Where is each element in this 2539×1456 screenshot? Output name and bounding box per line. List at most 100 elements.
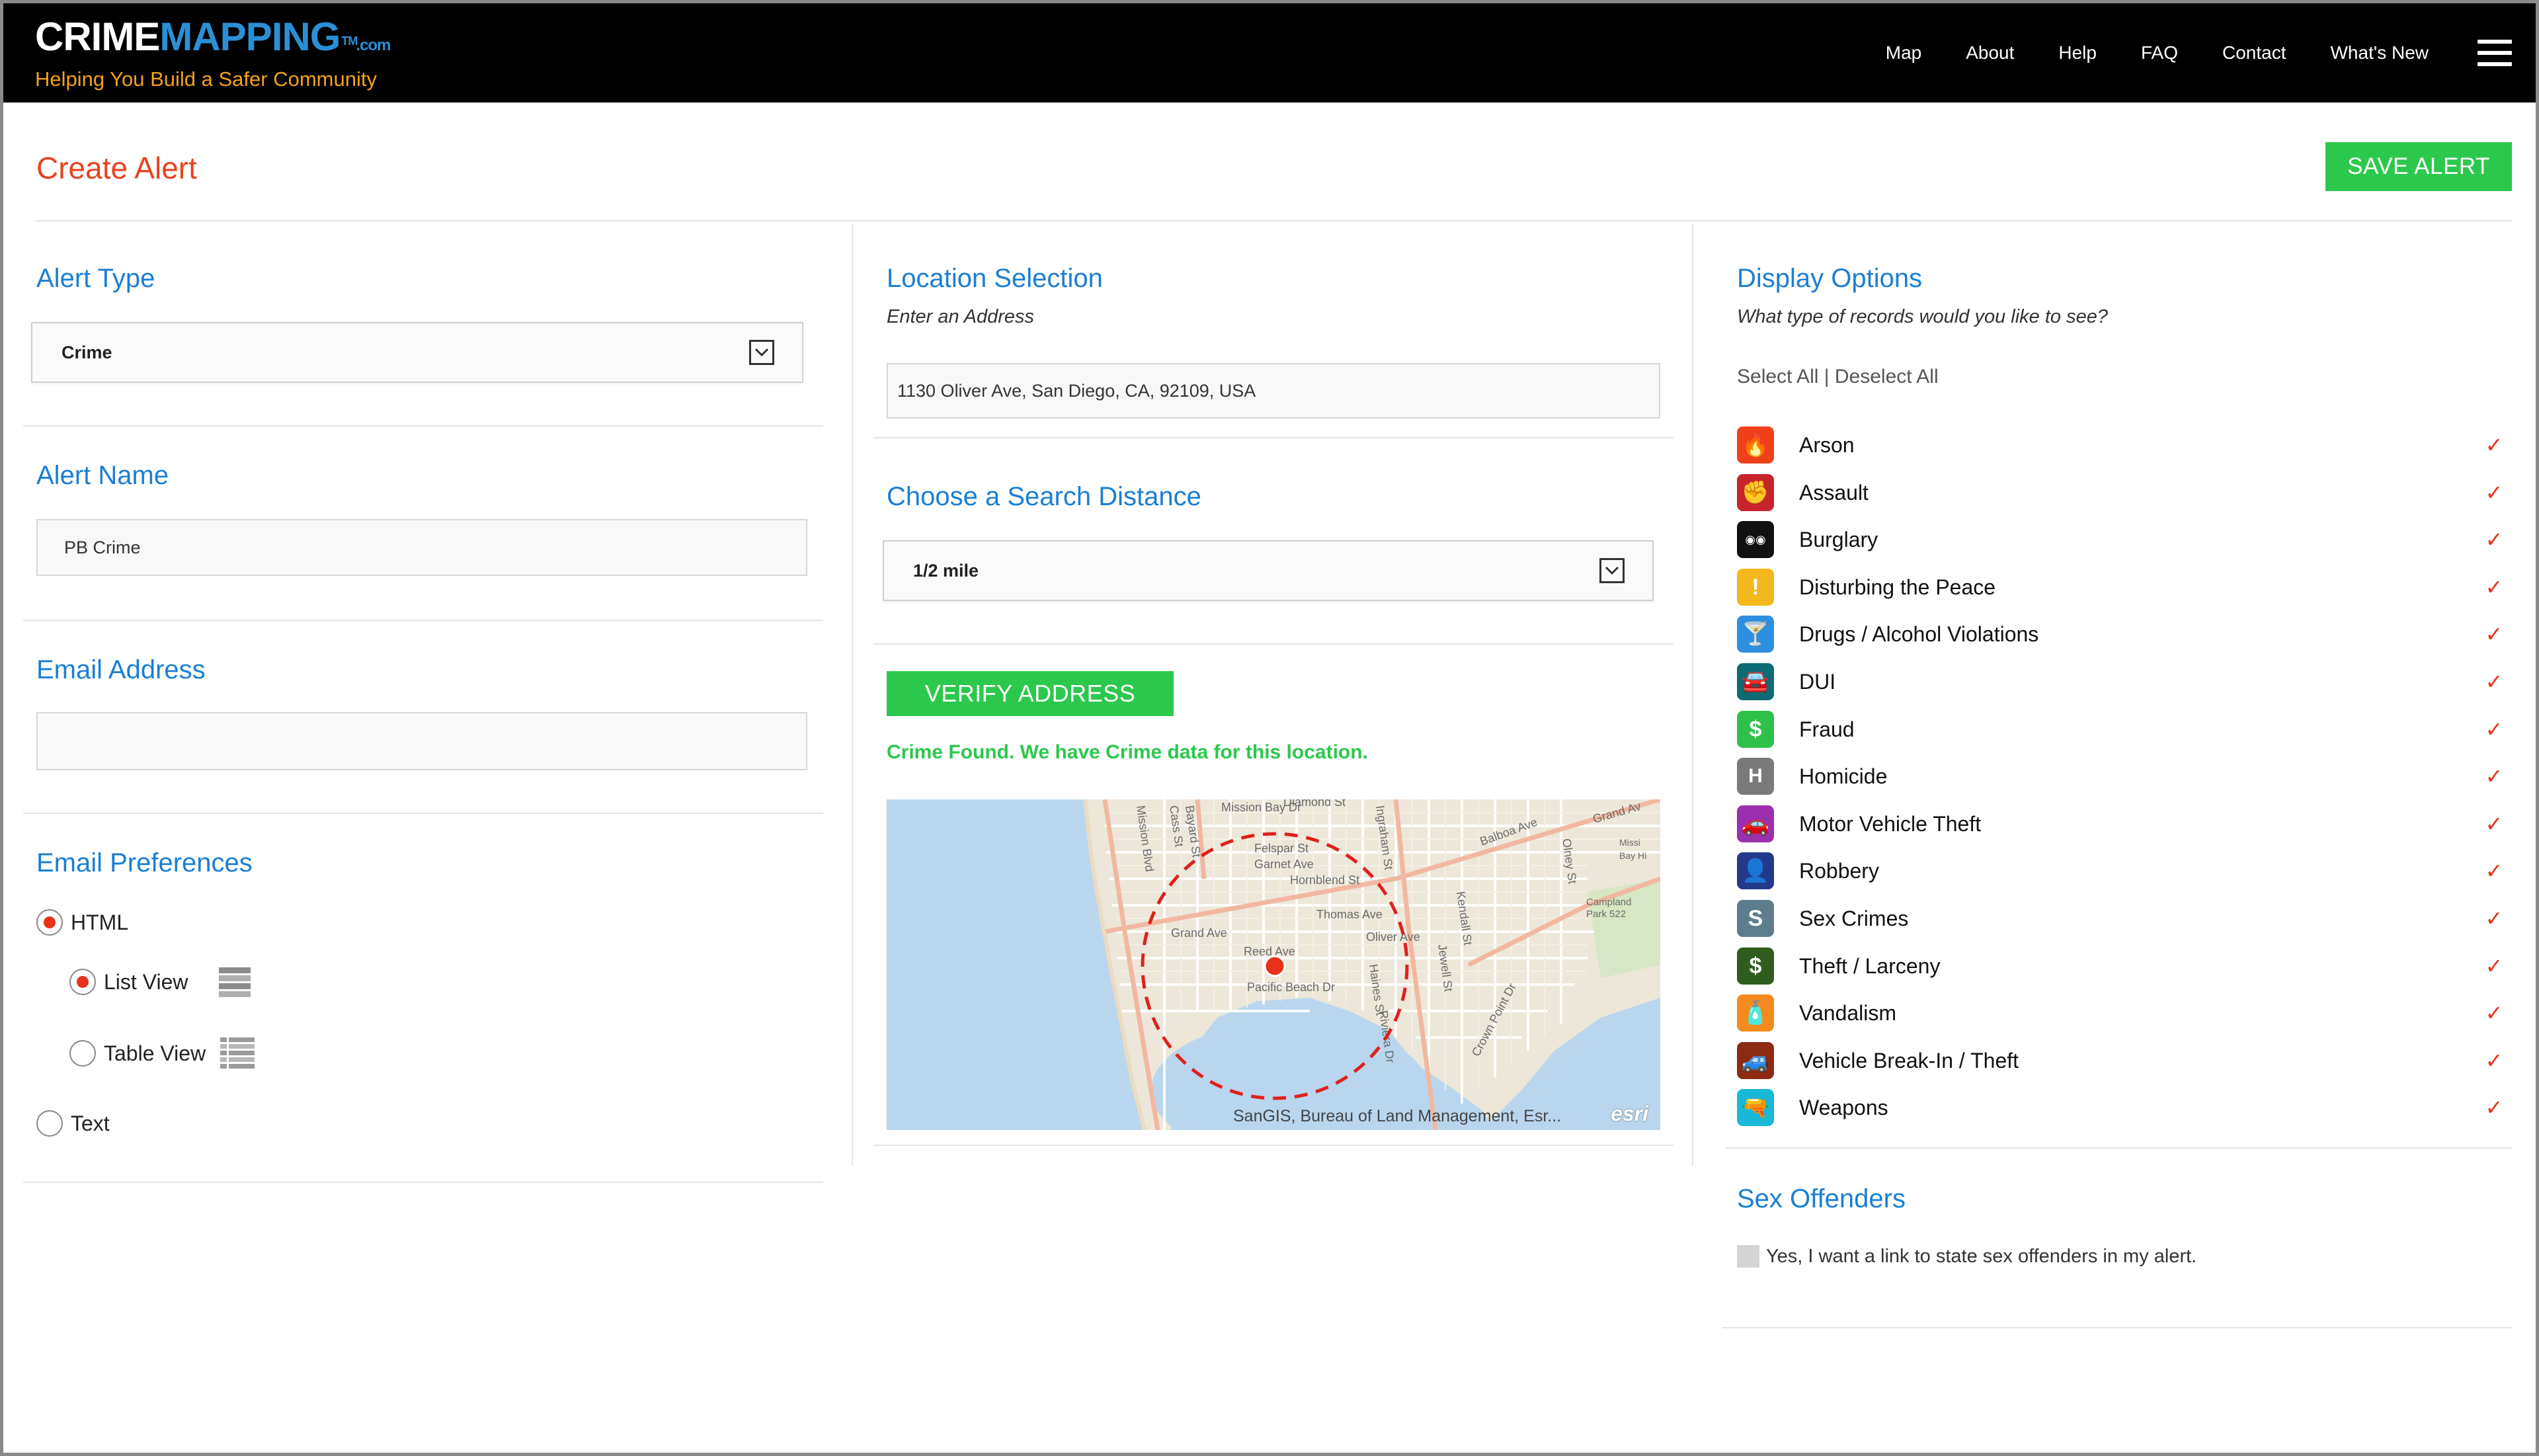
nav-contact[interactable]: Contact xyxy=(2222,42,2286,63)
svg-text:Reed Ave: Reed Ave xyxy=(1244,945,1295,958)
fist-icon: ✊ xyxy=(1737,474,1774,511)
svg-text:Missi: Missi xyxy=(1619,837,1640,848)
sex-offenders-checkbox-row[interactable]: Yes, I want a link to state sex offender… xyxy=(1737,1245,2196,1268)
checkmark-icon[interactable]: ✓ xyxy=(2484,670,2504,693)
category-fraud[interactable]: $ Fraud ✓ xyxy=(1737,709,2504,749)
divider xyxy=(873,437,1673,438)
nav-whats-new[interactable]: What's New xyxy=(2331,42,2429,63)
category-vandalism[interactable]: 🧴 Vandalism ✓ xyxy=(1737,993,2504,1033)
email-address-input[interactable] xyxy=(36,712,807,770)
checkmark-icon[interactable]: ✓ xyxy=(2484,1002,2504,1024)
sex-offenders-checkbox[interactable] xyxy=(1737,1245,1759,1268)
category-label: Fraud xyxy=(1799,717,1855,741)
category-label: Homicide xyxy=(1799,764,1888,788)
category-label: Theft / Larceny xyxy=(1799,953,1941,978)
radio-unselected[interactable] xyxy=(69,1040,96,1067)
checkmark-icon[interactable]: ✓ xyxy=(2484,907,2504,930)
checkmark-icon[interactable]: ✓ xyxy=(2484,1096,2504,1119)
radio-unselected[interactable] xyxy=(36,1110,63,1137)
text-format-radio[interactable]: Text xyxy=(36,1110,110,1137)
html-format-label: HTML xyxy=(71,910,129,934)
category-sex-crimes[interactable]: S Sex Crimes ✓ xyxy=(1737,899,2504,938)
category-label: Burglary xyxy=(1799,527,1878,551)
address-input[interactable]: 1130 Oliver Ave, San Diego, CA, 92109, U… xyxy=(887,363,1660,419)
save-alert-button[interactable]: SAVE ALERT xyxy=(2325,142,2512,191)
radio-selected[interactable] xyxy=(36,909,63,936)
category-homicide[interactable]: H Homicide ✓ xyxy=(1737,756,2504,796)
nav-about[interactable]: About xyxy=(1966,42,2014,63)
category-burglary[interactable]: ◉◉ Burglary ✓ xyxy=(1737,520,2504,559)
esri-logo: esri xyxy=(1611,1102,1648,1125)
column-divider-right xyxy=(1692,224,1693,1166)
category-motor-vehicle-theft[interactable]: 🚗 Motor Vehicle Theft ✓ xyxy=(1737,804,2504,844)
select-all-link[interactable]: Select All xyxy=(1737,366,1818,387)
crimemapping-logo[interactable]: CRIMEMAPPING TM.com Helping You Build a S… xyxy=(35,15,391,91)
logo-wordmark: CRIMEMAPPING TM.com xyxy=(35,15,391,66)
text-format-label: Text xyxy=(71,1111,110,1135)
html-format-radio[interactable]: HTML xyxy=(36,909,128,936)
checkmark-icon[interactable]: ✓ xyxy=(2484,955,2504,977)
page-title: Create Alert xyxy=(36,151,197,185)
top-nav-bar: CRIMEMAPPING TM.com Helping You Build a S… xyxy=(3,3,2536,102)
column-divider-left xyxy=(852,224,853,1166)
checkmark-icon[interactable]: ✓ xyxy=(2484,718,2504,741)
alert-name-input[interactable]: PB Crime xyxy=(36,519,807,576)
checkmark-icon[interactable]: ✓ xyxy=(2484,860,2504,882)
nav-help[interactable]: Help xyxy=(2058,42,2097,63)
divider xyxy=(23,620,823,621)
checkmark-icon[interactable]: ✓ xyxy=(2484,1049,2504,1072)
category-drugs-alcohol-violations[interactable]: 🍸 Drugs / Alcohol Violations ✓ xyxy=(1737,614,2504,654)
sex-offenders-heading: Sex Offenders xyxy=(1737,1184,1906,1213)
category-assault[interactable]: ✊ Assault ✓ xyxy=(1737,473,2504,512)
category-label: Weapons xyxy=(1799,1095,1888,1119)
logo-word-crime: CRIME xyxy=(35,15,160,59)
hamburger-menu-icon[interactable] xyxy=(2478,40,2512,66)
search-distance-select[interactable]: 1/2 mile xyxy=(883,540,1654,601)
checkmark-icon[interactable]: ✓ xyxy=(2484,481,2504,504)
svg-text:Campland: Campland xyxy=(1586,897,1631,908)
radio-selected[interactable] xyxy=(69,969,96,995)
location-map[interactable]: Mission Bay Dr Felspar St Garnet Ave Hor… xyxy=(887,799,1660,1130)
category-robbery[interactable]: 👤 Robbery ✓ xyxy=(1737,851,2504,891)
list-view-radio[interactable]: List View xyxy=(69,969,188,995)
main-nav: Map About Help FAQ Contact What's New xyxy=(1886,3,2536,102)
checkmark-icon[interactable]: ✓ xyxy=(2484,576,2504,598)
alert-name-heading: Alert Name xyxy=(36,461,169,490)
deselect-all-link[interactable]: Deselect All xyxy=(1835,366,1939,387)
category-label: Assault xyxy=(1799,480,1869,505)
checkmark-icon[interactable]: ✓ xyxy=(2484,434,2504,456)
table-view-label: Table View xyxy=(104,1041,206,1065)
category-label: Arson xyxy=(1799,432,1855,457)
nav-map[interactable]: Map xyxy=(1886,42,1921,63)
checkmark-icon[interactable]: ✓ xyxy=(2484,528,2504,551)
divider xyxy=(873,643,1673,645)
svg-text:Grand Ave: Grand Ave xyxy=(1171,926,1227,940)
checkmark-icon[interactable]: ✓ xyxy=(2484,813,2504,835)
verify-address-button[interactable]: VERIFY ADDRESS xyxy=(887,671,1174,716)
category-vehicle-break-in-theft[interactable]: 🚙 Vehicle Break-In / Theft ✓ xyxy=(1737,1041,2504,1080)
category-arson[interactable]: 🔥 Arson ✓ xyxy=(1737,425,2504,465)
category-label: Vandalism xyxy=(1799,1000,1897,1025)
category-dui[interactable]: 🚘 DUI ✓ xyxy=(1737,662,2504,702)
checkmark-icon[interactable]: ✓ xyxy=(2484,765,2504,788)
alert-type-select[interactable]: Crime xyxy=(31,322,803,383)
svg-text:Felspar St: Felspar St xyxy=(1254,842,1309,855)
gun-icon: 🔫 xyxy=(1737,1089,1774,1126)
category-disturbing-the-peace[interactable]: ! Disturbing the Peace ✓ xyxy=(1737,567,2504,607)
svg-text:Pacific Beach Dr: Pacific Beach Dr xyxy=(1247,981,1335,994)
location-subtitle: Enter an Address xyxy=(887,306,1034,327)
category-label: Drugs / Alcohol Violations xyxy=(1799,622,2039,646)
card-dollar-icon: $ xyxy=(1737,711,1774,748)
email-preferences-heading: Email Preferences xyxy=(36,848,253,877)
category-weapons[interactable]: 🔫 Weapons ✓ xyxy=(1737,1088,2504,1127)
alert-type-heading: Alert Type xyxy=(36,264,155,293)
category-theft-larceny[interactable]: $ Theft / Larceny ✓ xyxy=(1737,946,2504,986)
divider xyxy=(1725,1147,2512,1149)
table-view-radio[interactable]: Table View xyxy=(69,1040,206,1067)
mask-icon: ◉◉ xyxy=(1737,521,1774,558)
divider xyxy=(873,1145,1673,1146)
nav-faq[interactable]: FAQ xyxy=(2141,42,2178,63)
checkmark-icon[interactable]: ✓ xyxy=(2484,623,2504,645)
email-address-heading: Email Address xyxy=(36,655,206,684)
car-break-in-icon: 🚙 xyxy=(1737,1042,1774,1079)
